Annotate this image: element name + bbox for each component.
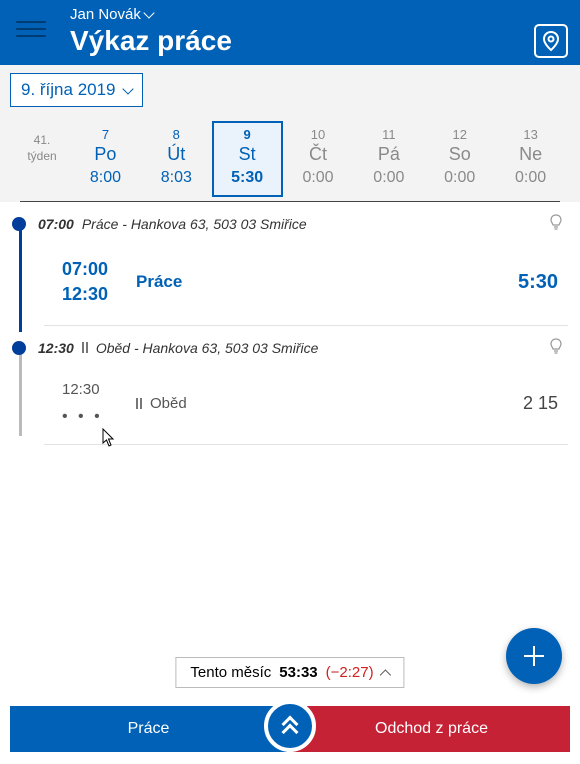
app-header: Jan Novák Výkaz práce	[0, 0, 580, 65]
day-col[interactable]: 12 So 0:00	[424, 121, 495, 197]
ellipsis-icon[interactable]: • • •	[62, 408, 132, 426]
card-main: Oběd	[132, 395, 523, 412]
timeline-head[interactable]: 12:30 Oběd - Hankova 63, 503 03 Smiřice	[16, 326, 568, 369]
leave-work-button[interactable]: Odchod z práce	[293, 706, 570, 752]
day-col[interactable]: 13 Ne 0:00	[495, 121, 566, 197]
pause-icon	[136, 398, 142, 409]
user-name: Jan Novák	[70, 6, 141, 23]
bottom-bar: Práce Odchod z práce	[0, 700, 580, 764]
pause-icon	[82, 342, 88, 353]
chevron-down-icon	[122, 83, 133, 94]
card-main: Práce	[132, 272, 518, 292]
timeline-entry: 12:30 Oběd - Hankova 63, 503 03 Smiřice …	[16, 326, 568, 445]
expand-handle[interactable]	[264, 700, 316, 752]
date-picker-label: 9. října 2019	[21, 80, 116, 100]
bulb-icon	[550, 338, 562, 357]
user-selector[interactable]: Jan Novák	[70, 6, 568, 23]
timeline-head[interactable]: 07:00 Práce - Hankova 63, 503 03 Smiřice	[16, 202, 568, 245]
timeline-card[interactable]: 07:00 12:30 Práce 5:30	[44, 245, 568, 326]
timeline-start: 07:00	[38, 216, 74, 232]
hamburger-icon[interactable]	[16, 18, 46, 40]
work-button[interactable]: Práce	[10, 706, 287, 752]
timeline-label: Oběd - Hankova 63, 503 03 Smiřice	[96, 340, 319, 356]
day-col[interactable]: 11 Pá 0:00	[353, 121, 424, 197]
month-summary[interactable]: Tento měsíc 53:33 (−2:27)	[175, 657, 404, 688]
double-chevron-up-icon	[284, 718, 296, 734]
mouse-cursor-icon	[102, 428, 116, 448]
card-times: 07:00 12:30	[62, 257, 132, 307]
week-row: 41. týden 7 Po 8:00 8 Út 8:03 9 St 5:30 …	[10, 107, 570, 201]
day-col[interactable]: 8 Út 8:03	[141, 121, 212, 197]
day-col[interactable]: 7 Po 8:00	[70, 121, 141, 197]
summary-delta: (−2:27)	[326, 664, 374, 681]
bulb-icon	[550, 214, 562, 233]
timeline-dot-icon	[12, 217, 26, 231]
chevron-down-icon	[143, 7, 154, 18]
week-number-label: 41. týden	[14, 121, 70, 197]
timeline-entry: 07:00 Práce - Hankova 63, 503 03 Smiřice…	[16, 202, 568, 326]
date-bar: 9. října 2019 41. týden 7 Po 8:00 8 Út 8…	[0, 65, 580, 202]
chevron-up-icon	[380, 669, 391, 680]
location-icon	[542, 30, 560, 52]
summary-total: 53:33	[279, 664, 317, 681]
timeline-start: 12:30	[38, 340, 74, 356]
day-col-selected[interactable]: 9 St 5:30	[212, 121, 283, 197]
card-duration: 2 15	[523, 393, 558, 414]
day-col[interactable]: 10 Čt 0:00	[283, 121, 354, 197]
card-duration: 5:30	[518, 271, 558, 294]
timeline-dot-icon	[12, 341, 26, 355]
page-title: Výkaz práce	[70, 25, 568, 57]
timeline-label: Práce - Hankova 63, 503 03 Smiřice	[82, 216, 307, 232]
date-picker-button[interactable]: 9. října 2019	[10, 73, 143, 107]
plus-icon	[521, 643, 547, 669]
summary-label: Tento měsíc	[190, 664, 271, 681]
location-button[interactable]	[534, 24, 568, 58]
card-times: 12:30 • • •	[62, 381, 132, 426]
add-fab[interactable]	[506, 628, 562, 684]
timeline-card[interactable]: 12:30 • • • Oběd 2 15	[44, 369, 568, 445]
timeline: 07:00 Práce - Hankova 63, 503 03 Smiřice…	[0, 202, 580, 445]
